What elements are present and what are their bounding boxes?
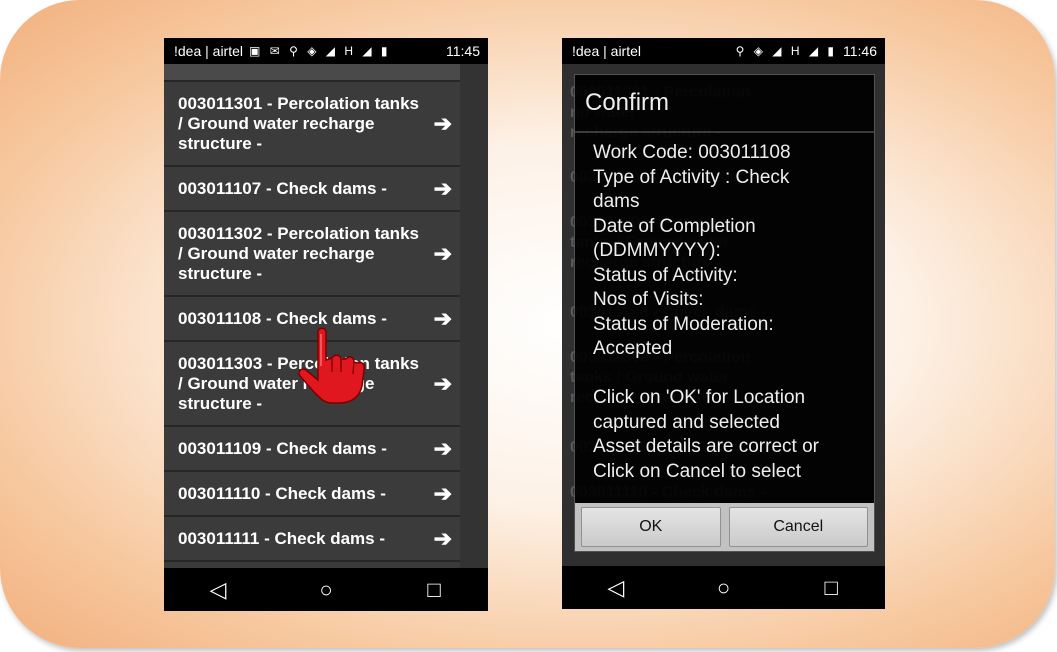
list-item-label: 003011107 - Check dams -	[178, 178, 387, 198]
dialog-text-line: dams	[593, 191, 640, 212]
dialog-text-line: Status of Moderation:	[593, 313, 774, 335]
dialog-text-line: (DDMMYYYY):	[593, 240, 721, 261]
dialog-text-line: Accepted	[593, 338, 673, 359]
arrow-right-icon: ➔	[433, 175, 452, 201]
right-phone-screen: !dea | airtel ⚲ ◈ ◢ H ◢ ▮ 11:46 00301130…	[562, 38, 885, 609]
recent-apps-icon[interactable]: □	[414, 577, 454, 603]
arrow-right-icon: ➔	[433, 525, 452, 551]
list-item-label: 003011301 - Percolation tanks / Ground w…	[178, 93, 419, 153]
home-icon[interactable]: ○	[703, 575, 743, 601]
list-item-label: 003011110 - Check dams -	[178, 483, 386, 503]
status-icons: ⚲ ◈ ◢ H ◢ ▮	[735, 44, 837, 58]
arrow-right-icon: ➔	[433, 305, 452, 331]
status-bar: !dea | airtel ⚲ ◈ ◢ H ◢ ▮ 11:46	[562, 38, 885, 64]
back-icon[interactable]: ◁	[198, 577, 238, 603]
list-item[interactable]: 003011301 - Percolation tanks / Ground w…	[164, 82, 460, 167]
confirm-dialog: Confirm Work Code: 003011108 Type of Act…	[574, 74, 875, 552]
work-code-list: 003011301 - Percolation tanks / Ground w…	[164, 64, 460, 568]
dialog-text-line: Nos of Visits:	[593, 289, 704, 310]
dialog-text-line: Status of Activity:	[593, 264, 738, 286]
list-item[interactable]: 003011107 - Check dams - ➔	[164, 167, 460, 212]
recent-apps-icon[interactable]: □	[811, 575, 851, 601]
dialog-text-line: Type of Activity : Check	[593, 166, 790, 188]
dialog-text-line: captured and selected	[593, 411, 780, 433]
carrier-label: !dea | airtel	[572, 43, 642, 59]
dialog-text-line: Click on Cancel to select	[593, 460, 802, 482]
ok-button[interactable]: OK	[581, 507, 721, 547]
arrow-right-icon: ➔	[433, 480, 452, 506]
list-item-label: 003011302 - Percolation tanks / Ground w…	[178, 223, 419, 283]
slide-background	[0, 0, 1055, 648]
dialog-text-line: Work Code: 003011108	[593, 142, 791, 163]
navigation-bar: ◁ ○ □	[164, 568, 488, 611]
list-item[interactable]: 003011110 - Check dams - ➔	[164, 472, 460, 517]
partial-list-item[interactable]	[164, 64, 460, 82]
scrollbar-track[interactable]	[460, 64, 488, 568]
list-item[interactable]: 003011111 - Check dams - ➔	[164, 517, 460, 562]
list-item[interactable]: 003011109 - Check dams - ➔	[164, 427, 460, 472]
dialog-text-line: Date of Completion	[593, 215, 756, 237]
status-bar: !dea | airtel ▣ ✉ ⚲ ◈ ◢ H ◢ ▮ 11:45	[164, 38, 488, 64]
back-icon[interactable]: ◁	[596, 575, 636, 601]
dialog-text-line: Click on 'OK' for Location	[593, 387, 806, 408]
clock: 11:45	[446, 43, 480, 59]
arrow-right-icon: ➔	[433, 240, 452, 266]
left-phone-screen: !dea | airtel ▣ ✉ ⚲ ◈ ◢ H ◢ ▮ 11:45 0030…	[164, 38, 488, 611]
dialog-divider	[575, 131, 874, 133]
dialog-text-line: Asset details are correct or	[593, 436, 819, 457]
notification-icons: ▣ ✉ ⚲ ◈ ◢ H ◢ ▮	[249, 44, 391, 58]
home-icon[interactable]: ○	[306, 577, 346, 603]
pointing-hand-cursor-icon	[298, 327, 365, 404]
list-item-label: 003011109 - Check dams -	[178, 438, 387, 458]
arrow-right-icon: ➔	[433, 370, 452, 396]
arrow-right-icon: ➔	[433, 435, 452, 461]
list-item[interactable]: 003011302 - Percolation tanks / Ground w…	[164, 212, 460, 297]
dialog-button-bar: OK Cancel	[575, 503, 874, 551]
clock: 11:46	[843, 43, 877, 59]
arrow-right-icon: ➔	[433, 110, 452, 136]
dialog-text-line	[593, 362, 868, 387]
navigation-bar: ◁ ○ □	[562, 566, 885, 609]
dialog-title: Confirm	[585, 89, 670, 116]
dialog-message: Work Code: 003011108 Type of Activity : …	[593, 141, 868, 517]
carrier-label: !dea | airtel	[174, 43, 244, 59]
cancel-button[interactable]: Cancel	[728, 507, 868, 547]
list-item-label: 003011111 - Check dams -	[178, 528, 385, 548]
